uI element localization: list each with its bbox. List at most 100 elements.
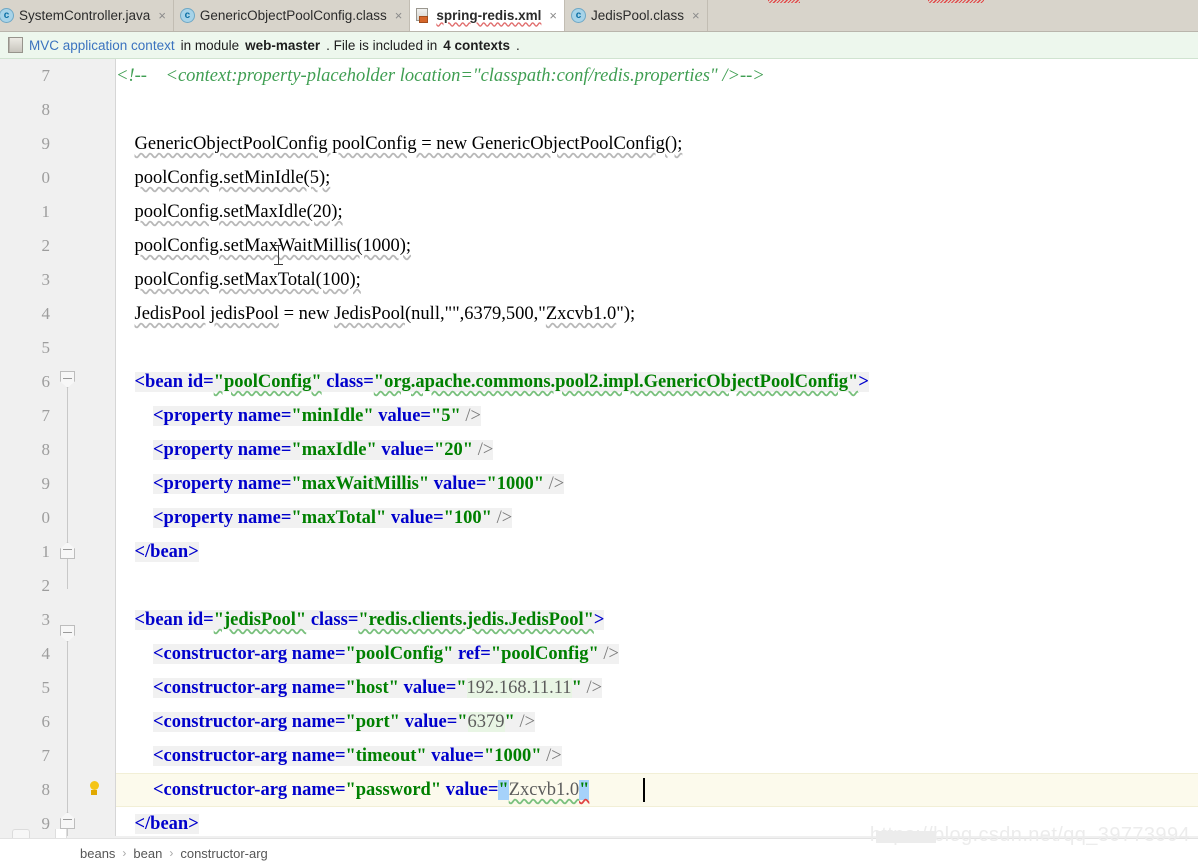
tab-jedis-pool-class[interactable]: c JedisPool.class × xyxy=(564,0,708,31)
xml-attr-value: value= xyxy=(376,440,435,460)
fold-marker-close-poolconfig-bean[interactable] xyxy=(60,542,75,559)
xml-constructor-arg-tag: <constructor-arg xyxy=(153,644,292,664)
code-line: <constructor-arg name="host" value="192.… xyxy=(116,671,603,705)
java-statement: poolConfig.setMaxWaitMillis(1000); xyxy=(134,236,412,256)
line-number: 4 xyxy=(41,644,51,663)
xml-bean-open-tag: <bean xyxy=(134,610,188,630)
xml-value-port: "port" xyxy=(345,712,400,732)
xml-value-poolconfig-argname: "poolConfig" xyxy=(345,644,454,664)
context-link[interactable]: MVC application context xyxy=(29,38,175,53)
close-icon[interactable]: × xyxy=(692,9,700,22)
chevron-right-icon: › xyxy=(169,846,174,860)
code-line: <property name="minIdle" value="5" /> xyxy=(116,399,481,433)
line-number: 9 xyxy=(41,474,51,493)
xml-tag-close-bracket: > xyxy=(593,610,605,630)
xml-value-20: "20" xyxy=(434,440,474,460)
tab-generic-object-pool-config-class[interactable]: c GenericObjectPoolConfig.class × xyxy=(173,0,411,31)
line-number: 6 xyxy=(41,372,51,391)
xml-constructor-arg-tag: <constructor-arg xyxy=(153,746,292,766)
watermark-url: https://blog.csdn.net/qq_39773994 xyxy=(869,824,1190,846)
java-ctor-token: JedisPool xyxy=(334,304,406,324)
xml-value-minidle: "minIdle" xyxy=(291,406,374,426)
code-line: poolConfig.setMinIdle(5); xyxy=(116,161,331,195)
xml-value-maxidle: "maxIdle" xyxy=(291,440,377,460)
code-line: <property name="maxIdle" value="20" /> xyxy=(116,433,494,467)
code-line: poolConfig.setMaxTotal(100); xyxy=(116,263,361,297)
xml-value-poolconfig-ref: "poolConfig" xyxy=(490,644,599,664)
mouse-ibeam-cursor xyxy=(274,244,283,266)
close-icon[interactable]: × xyxy=(158,9,166,22)
java-statement: GenericObjectPoolConfig poolConfig = new… xyxy=(134,134,683,154)
line-number: 5 xyxy=(41,338,51,357)
xml-attr-name: name= xyxy=(291,644,346,664)
xml-self-close: /> xyxy=(473,440,494,460)
xml-bean-close-tag: </bean> xyxy=(134,542,199,562)
breadcrumb: beans › bean › constructor-arg xyxy=(0,846,268,861)
xml-tag-close-bracket: > xyxy=(858,372,869,392)
xml-quote-open-selected: " xyxy=(498,780,509,800)
xml-self-close: /> xyxy=(581,678,603,698)
close-icon[interactable]: × xyxy=(549,9,557,22)
line-number: 5 xyxy=(41,678,51,697)
xml-attr-name: name= xyxy=(291,780,346,800)
tab-system-controller-java[interactable]: c SystemController.java × xyxy=(0,0,174,31)
code-editor[interactable]: 7 8 9 0 1 2 3 4 5 6 7 8 9 0 1 2 3 4 5 6 … xyxy=(0,59,1198,838)
banner-text-end: . xyxy=(516,37,520,53)
line-number: 1 xyxy=(41,542,51,561)
java-var-token: jedisPool xyxy=(210,304,279,324)
xml-property-tag: <property xyxy=(153,508,238,528)
intention-bulb-icon[interactable] xyxy=(86,780,102,800)
xml-value-100: "100" xyxy=(443,508,492,528)
xml-value-port-number: 6379 xyxy=(467,712,505,732)
code-line: GenericObjectPoolConfig poolConfig = new… xyxy=(116,127,683,161)
java-args-token: (null,"",6379,500," xyxy=(405,304,546,324)
xml-self-close: /> xyxy=(491,508,513,528)
xml-attr-name: name= xyxy=(291,746,346,766)
code-line: <bean id="poolConfig" class="org.apache.… xyxy=(116,365,869,399)
banner-contexts-count[interactable]: 4 contexts xyxy=(443,38,510,53)
application-context-banner: MVC application context in module web-ma… xyxy=(0,32,1198,59)
fold-marker-open-poolconfig-bean[interactable] xyxy=(60,371,75,388)
comment-open-token: <!-- xyxy=(116,66,147,86)
java-class-icon: c xyxy=(570,8,586,23)
java-class-icon: c xyxy=(179,8,195,23)
code-line: </bean> xyxy=(116,807,199,838)
code-line: <property name="maxTotal" value="100" /> xyxy=(116,501,513,535)
xml-property-tag: <property xyxy=(153,440,238,460)
line-number: 0 xyxy=(41,168,51,187)
code-line: <property name="maxWaitMillis" value="10… xyxy=(116,467,565,501)
tab-label: JedisPool.class xyxy=(590,7,685,23)
module-icon xyxy=(8,37,23,53)
code-line-current[interactable]: <constructor-arg name="password" value="… xyxy=(116,773,590,807)
breadcrumb-item-constructor-arg[interactable]: constructor-arg xyxy=(180,846,267,861)
close-icon[interactable]: × xyxy=(395,9,403,22)
line-number: 3 xyxy=(41,610,51,629)
line-number: 9 xyxy=(41,134,51,153)
fold-marker-close-jedispool-bean[interactable] xyxy=(60,812,75,829)
banner-text-mid2: . File is included in xyxy=(326,37,438,53)
xml-attr-value: value= xyxy=(398,678,457,698)
xml-self-close: /> xyxy=(543,474,565,494)
line-number: 8 xyxy=(41,100,51,119)
tab-spring-redis-xml[interactable]: spring-redis.xml × xyxy=(410,0,565,31)
xml-attr-name: name= xyxy=(237,508,292,528)
xml-value-poolconfig-id: "poolConfig" xyxy=(213,372,322,392)
xml-self-close: /> xyxy=(541,746,562,766)
fold-marker-open-jedispool-bean[interactable] xyxy=(60,625,75,642)
java-statement: poolConfig.setMaxTotal(100); xyxy=(134,270,361,290)
code-line: poolConfig.setMaxWaitMillis(1000); xyxy=(116,229,412,263)
xml-attr-value: value= xyxy=(429,474,487,494)
xml-attr-value: value= xyxy=(426,746,484,766)
xml-quote-open: " xyxy=(457,712,468,732)
breadcrumb-item-bean[interactable]: bean xyxy=(133,846,162,861)
code-text-layer[interactable]: <!-- <context:property-placeholder locat… xyxy=(116,59,1198,838)
xml-attr-name: name= xyxy=(237,406,292,426)
tab-label: SystemController.java xyxy=(19,7,151,23)
line-number: 7 xyxy=(41,406,51,425)
xml-property-tag: <property xyxy=(153,474,238,494)
xml-value-jedispool-class: "redis.clients.jedis.JedisPool" xyxy=(358,610,594,630)
xml-attr-id: id= xyxy=(187,372,214,392)
breadcrumb-item-beans[interactable]: beans xyxy=(80,846,115,861)
text-caret xyxy=(643,778,645,802)
xml-attr-value: value= xyxy=(399,712,458,732)
